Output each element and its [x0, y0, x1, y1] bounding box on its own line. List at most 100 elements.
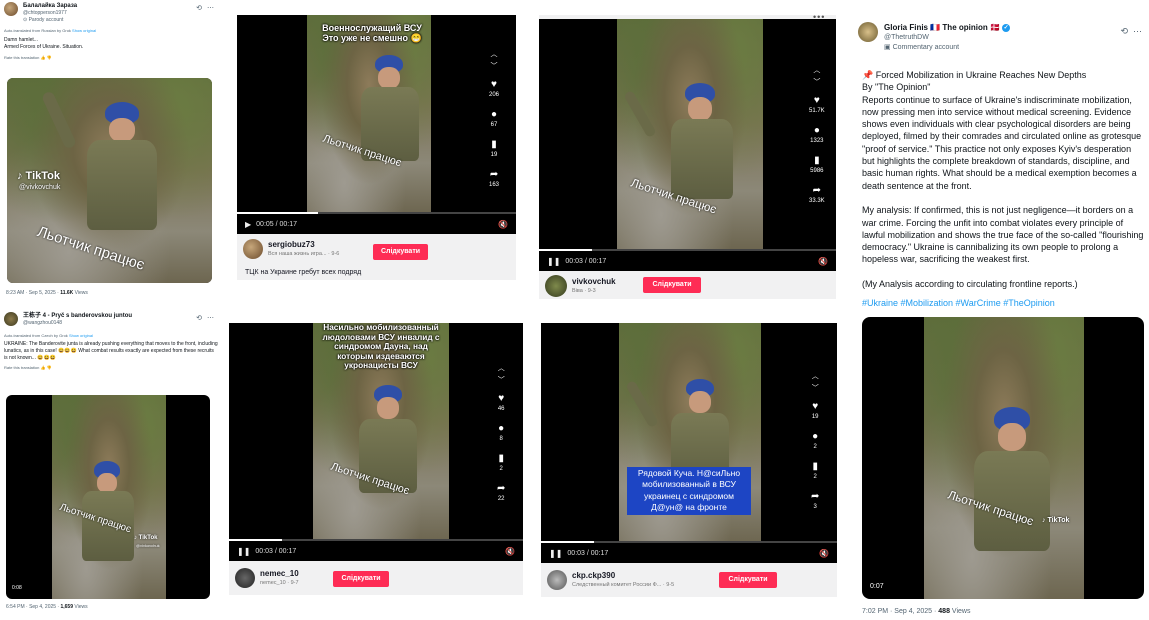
- rate-translation-label: Rate this translation: [4, 55, 40, 60]
- thumbs-up-icon[interactable]: 👍: [40, 55, 45, 60]
- grok-icon[interactable]: ⟲: [196, 314, 202, 322]
- bookmark-icon[interactable]: ▮: [812, 461, 818, 473]
- bookmark-icon[interactable]: ▮: [498, 453, 504, 465]
- tiktok-handle: @vivkovchuk: [136, 543, 160, 548]
- like-count: 51.7K: [809, 108, 825, 114]
- share-icon[interactable]: ➦: [813, 185, 821, 197]
- chevron-up-icon[interactable]: ︿: [491, 49, 498, 61]
- video-caption-overlay: Рядовой Куча. Н@сиЛьно мобилизованный в …: [627, 467, 751, 515]
- tweet-video-2[interactable]: Льотчик працює ♪ TikTok @vivkovchuk 0:08: [6, 395, 210, 599]
- tweet-meta: 7:02 PM · Sep 4, 2025 · 488 Views: [862, 607, 970, 617]
- tiktok-video[interactable]: Насильно мобилизованный людоловами ВСУ и…: [229, 323, 523, 561]
- volume-icon[interactable]: 🔇: [819, 549, 829, 558]
- follow-button[interactable]: Слідкувати: [643, 277, 701, 293]
- video-controls: ❚❚ 00:03 / 00:17 🔇: [541, 543, 837, 563]
- comment-icon[interactable]: ●: [491, 109, 497, 121]
- tweet-meta: 8:23 AM · Sep 5, 2025 · 11.6K Views: [6, 290, 88, 297]
- chevron-down-icon[interactable]: ﹀: [491, 61, 498, 73]
- chevron-down-icon[interactable]: ﹀: [813, 77, 820, 89]
- follow-button[interactable]: Слідкувати: [333, 571, 389, 587]
- show-original-link[interactable]: Show original: [69, 333, 93, 338]
- share-icon[interactable]: ➦: [811, 491, 819, 503]
- parody-badge-label: Parody account: [28, 17, 64, 23]
- bookmark-icon[interactable]: ▮: [491, 139, 497, 151]
- tiktok-username[interactable]: ckp.ckp390: [572, 571, 674, 581]
- chevron-up-icon[interactable]: ︿: [812, 371, 819, 383]
- tiktok-video[interactable]: Военнослужащий ВСУ Это уже не смешно 😁 Л…: [237, 15, 516, 234]
- video-controls: ❚❚ 00:03 / 00:17 🔇: [229, 541, 523, 561]
- pause-icon[interactable]: ❚❚: [549, 549, 562, 558]
- avatar[interactable]: [545, 275, 567, 297]
- avatar[interactable]: [547, 570, 567, 590]
- grok-icon[interactable]: ⟲: [1120, 26, 1128, 37]
- chevron-down-icon[interactable]: ﹀: [498, 375, 505, 387]
- comment-icon[interactable]: ●: [498, 423, 504, 435]
- video-controls: ▶ 00:05 / 00:17 🔇: [237, 214, 516, 234]
- avatar[interactable]: [4, 2, 18, 16]
- video-caption-overlay: Военнослужащий ВСУ Это уже не смешно 😁: [322, 23, 422, 44]
- author-name-text[interactable]: Gloria Finis 🇫🇷 The opinion 🇩🇰: [884, 23, 1000, 32]
- author-name[interactable]: Балалайка Зараза: [23, 2, 77, 10]
- author-name[interactable]: Gloria Finis 🇫🇷 The opinion 🇩🇰 ✓: [884, 22, 1011, 33]
- pause-icon[interactable]: ❚❚: [237, 547, 250, 556]
- author-handle[interactable]: @chtopperson1977: [23, 10, 77, 17]
- heart-icon[interactable]: ♥: [491, 79, 497, 91]
- bookmark-icon[interactable]: ▮: [814, 155, 820, 167]
- play-icon[interactable]: ▶: [245, 220, 251, 229]
- heart-icon[interactable]: ♥: [498, 393, 504, 405]
- avatar[interactable]: [235, 568, 255, 588]
- tiktok-subtitle: Следственный комитет России Ф... · 9-5: [572, 582, 675, 588]
- chevron-up-icon[interactable]: ︿: [813, 65, 820, 77]
- tweet-timestamp[interactable]: 7:02 PM · Sep 4, 2025 ·: [862, 608, 936, 615]
- comment-icon[interactable]: ●: [814, 125, 820, 137]
- thumbs-up-icon[interactable]: 👍: [40, 365, 45, 370]
- tweet-timestamp[interactable]: 6:54 PM · Sep 4, 2025 ·: [6, 604, 59, 610]
- heart-icon[interactable]: ♥: [812, 401, 818, 413]
- thumbs-down-icon[interactable]: 👎: [47, 55, 52, 60]
- tiktok-username[interactable]: nemec_10: [260, 569, 299, 579]
- chevron-up-icon[interactable]: ︿: [498, 363, 505, 375]
- volume-icon[interactable]: 🔇: [505, 547, 515, 556]
- hashtags[interactable]: #Ukraine #Mobilization #WarCrime #TheOpi…: [862, 298, 1055, 308]
- tweet-video-1[interactable]: ♪ TikTok @vivkovchuk Льотчик працює: [7, 78, 212, 283]
- tiktok-video[interactable]: Льотчик працює ︿ ﹀ ♥ 51.7K ● 1323 ▮ 5986 ➦ 3…: [539, 19, 836, 271]
- more-icon[interactable]: ⋯: [207, 314, 214, 322]
- share-icon[interactable]: ➦: [490, 169, 498, 181]
- author-handle[interactable]: @wangzhou0148: [23, 320, 132, 327]
- tweet-timestamp[interactable]: 8:23 AM · Sep 5, 2025 ·: [6, 290, 59, 296]
- show-original-link[interactable]: Show original: [72, 28, 96, 33]
- avatar[interactable]: [243, 239, 263, 259]
- more-icon[interactable]: ⋯: [1133, 26, 1142, 37]
- comment-icon[interactable]: ●: [812, 431, 818, 443]
- pause-icon[interactable]: ❚❚: [547, 257, 560, 266]
- heart-icon[interactable]: ♥: [814, 95, 820, 107]
- face: [998, 423, 1026, 451]
- tiktok-username[interactable]: sergiobuz73: [268, 240, 339, 250]
- author-name[interactable]: 王栋子 4 - Pryč s banderovskou juntou: [23, 312, 132, 320]
- tweet-video-gloria[interactable]: Льотчик працює ♪ TikTok 0:07: [862, 317, 1144, 599]
- avatar[interactable]: [858, 22, 878, 42]
- author-handle[interactable]: @ThetruthDW: [884, 33, 1010, 43]
- commentary-badge-label: Commentary account: [892, 44, 960, 51]
- tiktok-card-4: Рядовой Куча. Н@сиЛьно мобилизованный в …: [541, 323, 837, 597]
- more-icon[interactable]: ⋯: [207, 4, 214, 12]
- face: [97, 473, 117, 493]
- grok-icon[interactable]: ⟲: [196, 4, 202, 12]
- thumbs-down-icon[interactable]: 👎: [47, 365, 52, 370]
- volume-icon[interactable]: 🔇: [498, 220, 508, 229]
- avatar[interactable]: [4, 312, 18, 326]
- volume-icon[interactable]: 🔇: [818, 257, 828, 266]
- share-icon[interactable]: ➦: [497, 483, 505, 495]
- tiktok-video[interactable]: Рядовой Куча. Н@сиЛьно мобилизованный в …: [541, 323, 837, 563]
- tiktok-username[interactable]: vivkovchuk: [572, 277, 616, 287]
- comment-count: 67: [490, 122, 498, 128]
- video-controls: ❚❚ 00:03 / 00:17 🔇: [539, 251, 836, 271]
- views-label: Views: [74, 290, 88, 296]
- save-count: 2: [813, 474, 817, 480]
- view-count: 488: [938, 608, 950, 615]
- chevron-down-icon[interactable]: ﹀: [812, 383, 819, 395]
- follow-button[interactable]: Слідкувати: [373, 244, 428, 260]
- follow-button[interactable]: Слідкувати: [719, 572, 777, 588]
- tweet-actions-top: ⟲ ⋯: [196, 314, 214, 322]
- tiktok-card-3: Насильно мобилизованный людоловами ВСУ и…: [229, 323, 523, 595]
